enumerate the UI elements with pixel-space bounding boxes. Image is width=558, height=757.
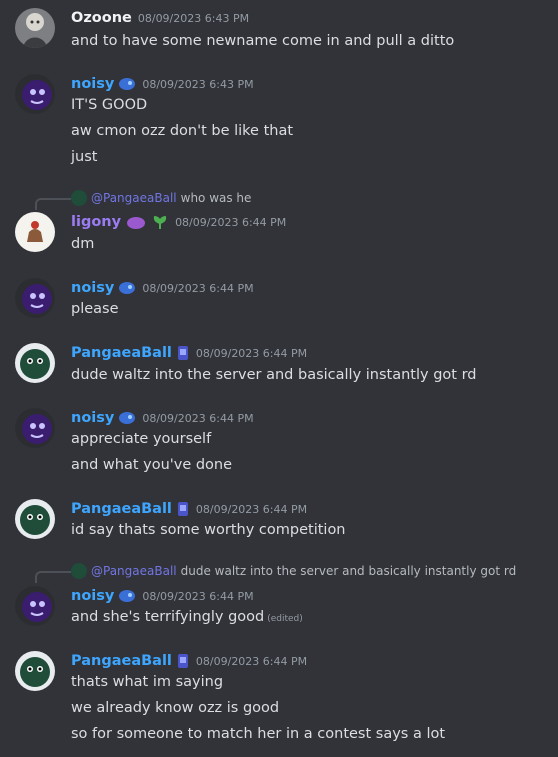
card-badge-icon: [177, 654, 188, 668]
message-text: please: [71, 301, 119, 317]
reply-text: who was he: [180, 191, 252, 205]
username[interactable]: noisy: [71, 588, 114, 604]
reply-avatar-icon: [71, 563, 87, 579]
avatar-ligony-icon: [15, 212, 55, 252]
message-text: aw cmon ozz don't be like that: [71, 123, 294, 139]
message-text: we already know ozz is good: [71, 700, 280, 716]
username[interactable]: Ozoone: [71, 10, 132, 26]
avatar-ozoone-icon: [15, 8, 55, 48]
avatar[interactable]: [15, 651, 55, 691]
avatar-noisy-icon: [15, 278, 55, 318]
message-text: just: [71, 149, 98, 165]
purple-badge-icon: [127, 217, 146, 229]
avatar-pangaeaball-icon: [15, 499, 55, 539]
plant-badge-icon: [153, 215, 167, 229]
avatar[interactable]: [15, 212, 55, 252]
reply-spine: [35, 571, 71, 583]
timestamp: 08/09/2023 6:44 PM: [195, 502, 308, 516]
reply-preview[interactable]: @PangaeaBall dude waltz into the server …: [71, 562, 516, 580]
edited-label: (edited): [267, 614, 303, 624]
role-badge-icon: [119, 282, 136, 294]
message-text: and to have some newname come in and pul…: [71, 33, 455, 49]
avatar-noisy-icon: [15, 408, 55, 448]
username[interactable]: ligony: [71, 214, 121, 230]
message-text: dm: [71, 236, 95, 252]
username[interactable]: PangaeaBall: [71, 345, 172, 361]
username[interactable]: PangaeaBall: [71, 501, 172, 517]
avatar-pangaeaball-icon: [15, 343, 55, 383]
timestamp: 08/09/2023 6:44 PM: [142, 589, 254, 603]
reply-username[interactable]: @PangaeaBall: [91, 564, 177, 578]
role-badge-icon: [119, 78, 136, 90]
message-text-content: and she's terrifyingly good: [71, 609, 265, 625]
avatar[interactable]: [15, 74, 55, 114]
message-text: so for someone to match her in a contest…: [71, 726, 446, 742]
timestamp: 08/09/2023 6:44 PM: [142, 281, 254, 295]
avatar-noisy-icon: [15, 74, 55, 114]
avatar[interactable]: [15, 408, 55, 448]
message-text: dude waltz into the server and basically…: [71, 367, 477, 383]
role-badge-icon: [119, 412, 136, 424]
timestamp: 08/09/2023 6:44 PM: [195, 654, 308, 668]
avatar-pangaeaball-icon: [15, 651, 55, 691]
timestamp: 08/09/2023 6:43 PM: [142, 77, 254, 91]
reply-preview[interactable]: @PangaeaBall who was he: [71, 189, 251, 207]
username[interactable]: noisy: [71, 410, 114, 426]
avatar[interactable]: [15, 8, 55, 48]
avatar[interactable]: [15, 343, 55, 383]
avatar-noisy-icon: [15, 586, 55, 626]
timestamp: 08/09/2023 6:43 PM: [137, 11, 250, 25]
message-text: and what you've done: [71, 457, 233, 473]
avatar[interactable]: [15, 586, 55, 626]
timestamp: 08/09/2023 6:44 PM: [195, 346, 308, 360]
message-text: thats what im saying: [71, 674, 224, 690]
username[interactable]: noisy: [71, 76, 114, 92]
card-badge-icon: [177, 346, 188, 360]
message-text: IT'S GOOD: [71, 97, 148, 113]
message-text: id say thats some worthy competition: [71, 522, 346, 538]
reply-text: dude waltz into the server and basically…: [180, 564, 517, 578]
card-badge-icon: [177, 502, 188, 516]
reply-username[interactable]: @PangaeaBall: [91, 191, 177, 205]
timestamp: 08/09/2023 6:44 PM: [175, 215, 287, 229]
message-text: appreciate yourself: [71, 431, 212, 447]
avatar[interactable]: [15, 278, 55, 318]
timestamp: 08/09/2023 6:44 PM: [142, 411, 254, 425]
role-badge-icon: [119, 590, 136, 602]
avatar[interactable]: [15, 499, 55, 539]
username[interactable]: PangaeaBall: [71, 653, 172, 669]
reply-spine: [35, 198, 71, 210]
username[interactable]: noisy: [71, 280, 114, 296]
message-text: and she's terrifyingly good (edited): [71, 607, 303, 629]
reply-avatar-icon: [71, 190, 87, 206]
